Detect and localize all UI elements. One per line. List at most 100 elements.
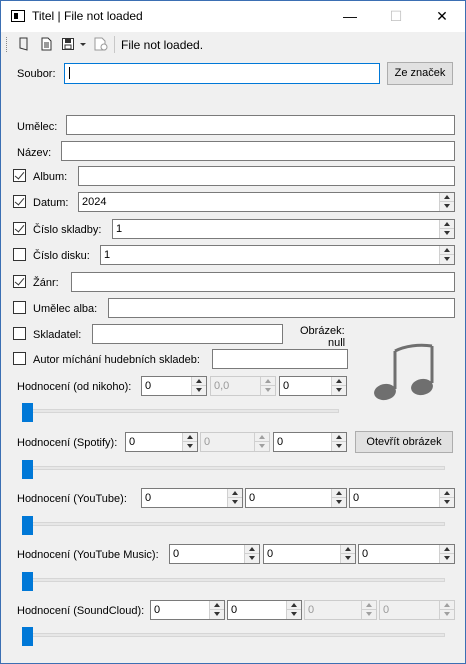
spin[interactable] — [331, 377, 346, 395]
dropdown-arrow-icon[interactable] — [79, 37, 87, 51]
rating-spotify-slider-thumb[interactable] — [22, 460, 33, 479]
spin[interactable] — [286, 601, 301, 619]
rating-youtube-music-slider-thumb[interactable] — [22, 572, 33, 591]
spin-up-icon[interactable] — [440, 193, 454, 202]
disc-stepper[interactable]: 1 — [100, 245, 455, 265]
spin[interactable] — [227, 489, 242, 507]
rating-spotify-slider-track[interactable] — [22, 466, 445, 470]
album-checkbox[interactable] — [13, 169, 26, 182]
spin-up-icon[interactable] — [332, 489, 346, 498]
spin-up-icon[interactable] — [332, 377, 346, 386]
spin-up-icon[interactable] — [192, 377, 206, 386]
rating-nikoho-slider-track[interactable] — [22, 409, 339, 413]
title-input[interactable] — [61, 141, 455, 161]
album-artist-checkbox[interactable] — [13, 301, 26, 314]
spin[interactable] — [439, 489, 454, 507]
rating-youtube-stepper-3[interactable]: 0 — [349, 488, 455, 508]
spin[interactable] — [191, 377, 206, 395]
date-stepper[interactable]: 2024 — [78, 192, 455, 212]
track-checkbox[interactable] — [13, 222, 26, 235]
rating-spotify-stepper-1[interactable]: 0 — [125, 432, 198, 452]
spin-down-icon[interactable] — [341, 554, 355, 563]
rating-youtube-music-stepper-3[interactable]: 0 — [358, 544, 455, 564]
rating-youtube-music-stepper-1[interactable]: 0 — [169, 544, 260, 564]
rating-youtube-stepper-2[interactable]: 0 — [245, 488, 347, 508]
toolbar-grip[interactable] — [6, 37, 9, 52]
spin-up-icon[interactable] — [440, 489, 454, 498]
rating-spotify-stepper-3[interactable]: 0 — [273, 432, 347, 452]
disc-checkbox[interactable] — [13, 248, 26, 261]
rating-soundcloud-stepper-2[interactable]: 0 — [227, 600, 302, 620]
spin[interactable] — [439, 545, 454, 563]
spin-down-icon[interactable] — [440, 202, 454, 211]
open-picture-button[interactable]: Otevřít obrázek — [355, 431, 453, 453]
spin-down-icon[interactable] — [228, 498, 242, 507]
spin[interactable] — [209, 601, 224, 619]
rating-youtube-slider-track[interactable] — [22, 522, 445, 526]
spin — [361, 601, 376, 619]
rating-nikoho-stepper-3[interactable]: 0 — [279, 376, 347, 396]
minimize-button[interactable]: — — [327, 1, 373, 32]
spin-up-icon[interactable] — [440, 246, 454, 255]
date-spin[interactable] — [439, 193, 454, 211]
rating-nikoho-stepper-1[interactable]: 0 — [141, 376, 207, 396]
composer-checkbox[interactable] — [13, 327, 26, 340]
spin-down-icon[interactable] — [440, 498, 454, 507]
spin-down-icon[interactable] — [245, 554, 259, 563]
date-checkbox[interactable] — [13, 195, 26, 208]
rating-youtube-music-slider-track[interactable] — [22, 578, 445, 582]
spin-up-icon[interactable] — [440, 545, 454, 554]
spin-down-icon[interactable] — [287, 610, 301, 619]
track-spin[interactable] — [439, 220, 454, 238]
spin-down-icon[interactable] — [440, 229, 454, 238]
spin[interactable] — [331, 489, 346, 507]
spin-up-icon[interactable] — [287, 601, 301, 610]
track-stepper[interactable]: 1 — [112, 219, 455, 239]
rating-nikoho-slider-thumb[interactable] — [22, 403, 33, 422]
spin-up-icon[interactable] — [183, 433, 197, 442]
rating-youtube-stepper-1[interactable]: 0 — [141, 488, 243, 508]
spin-up-icon[interactable] — [332, 433, 346, 442]
spin-up-icon[interactable] — [210, 601, 224, 610]
close-button[interactable]: ✕ — [419, 1, 465, 32]
spin-down-icon[interactable] — [440, 255, 454, 264]
open-icon[interactable] — [17, 37, 31, 51]
rating-soundcloud-slider-thumb[interactable] — [22, 627, 33, 646]
spin-down-icon[interactable] — [183, 442, 197, 451]
spin-down-icon[interactable] — [192, 386, 206, 395]
remixer-checkbox[interactable] — [13, 352, 26, 365]
spin[interactable] — [331, 433, 346, 451]
save-icon[interactable] — [61, 37, 75, 51]
composer-label: Skladatel: — [33, 329, 82, 341]
settings-icon[interactable] — [93, 37, 109, 51]
rating-youtube-slider-thumb[interactable] — [22, 516, 33, 535]
spin-up-icon[interactable] — [341, 545, 355, 554]
picture-value: null — [328, 337, 346, 349]
spin-up-icon[interactable] — [228, 489, 242, 498]
document-icon[interactable] — [39, 37, 53, 51]
disc-spin[interactable] — [439, 246, 454, 264]
remixer-input[interactable] — [212, 349, 348, 369]
spin-up-icon[interactable] — [440, 220, 454, 229]
from-tags-button[interactable]: Ze značek — [387, 62, 453, 85]
rating-soundcloud-stepper-1[interactable]: 0 — [150, 600, 225, 620]
artist-input[interactable] — [66, 115, 455, 135]
spin-down-icon[interactable] — [332, 498, 346, 507]
album-input[interactable] — [78, 166, 455, 186]
spin[interactable] — [182, 433, 197, 451]
spin[interactable] — [340, 545, 355, 563]
file-input[interactable] — [64, 63, 380, 84]
rating-soundcloud-slider-track[interactable] — [22, 633, 445, 637]
spin[interactable] — [244, 545, 259, 563]
maximize-button[interactable]: ☐ — [373, 1, 419, 32]
rating-youtube-music-stepper-2[interactable]: 0 — [263, 544, 356, 564]
spin-up-icon[interactable] — [245, 545, 259, 554]
genre-input[interactable] — [71, 272, 455, 292]
spin-down-icon[interactable] — [440, 554, 454, 563]
spin-down-icon[interactable] — [332, 386, 346, 395]
album-artist-input[interactable] — [108, 298, 455, 318]
genre-checkbox[interactable] — [13, 275, 26, 288]
spin-down-icon[interactable] — [210, 610, 224, 619]
composer-input[interactable] — [92, 324, 283, 344]
spin-down-icon[interactable] — [332, 442, 346, 451]
